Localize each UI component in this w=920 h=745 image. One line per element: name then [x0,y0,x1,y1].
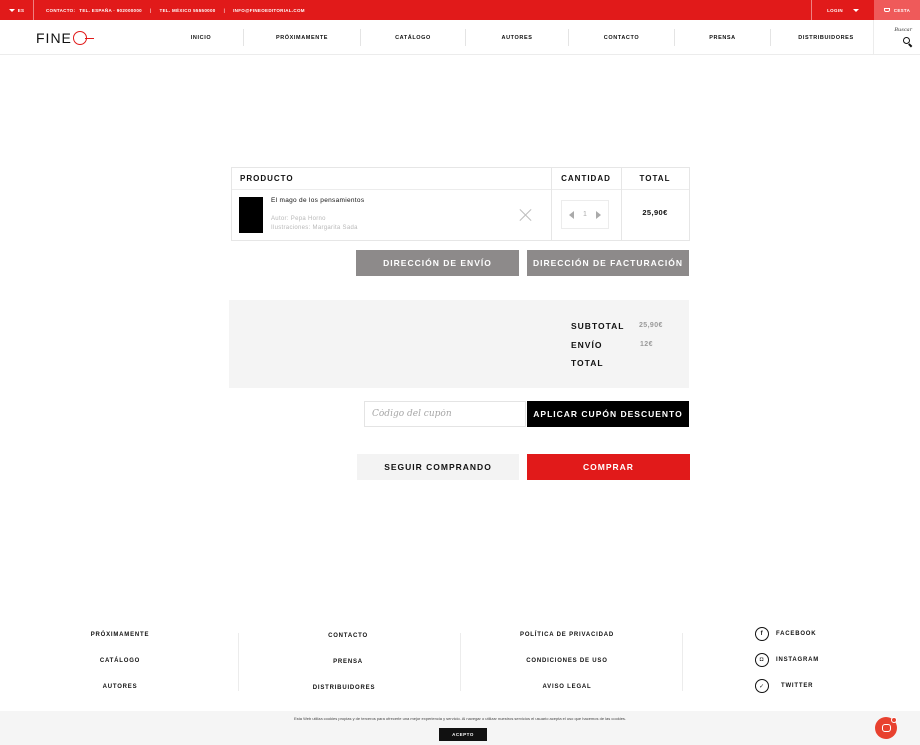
social-facebook[interactable]: f FACEBOOK [755,627,816,641]
chat-launcher[interactable] [875,717,897,739]
chat-icon [881,724,891,732]
search-button[interactable]: Buscar [873,20,920,55]
basket-icon [883,8,890,12]
product-thumbnail[interactable] [239,197,263,233]
footer-divider [238,633,239,691]
column-divider [621,168,622,241]
contact-label: CONTACTO: [46,7,76,13]
contact-info: CONTACTO: TEL. ESPAÑA · 902000000 | TEL.… [46,0,305,20]
shipping-value: 12€ [640,341,653,348]
footer-link-catalogo[interactable]: CATÁLOGO [60,658,180,664]
apply-coupon-button[interactable]: APLICAR CUPÓN DESCUENTO [527,401,689,427]
nav-item-catalogo[interactable]: CATÁLOGO [361,20,465,55]
instagram-icon: ◘ [755,653,769,667]
nav-item-contacto[interactable]: CONTACTO [569,20,674,55]
product-author: Autor: Pepa Horno [271,216,326,222]
main-nav: FINE INICIO PRÓXIMAMENTE CATÁLOGO AUTORE… [0,20,920,55]
notification-badge [891,717,897,723]
divider: | [223,7,226,13]
buy-button[interactable]: COMPRAR [527,454,690,480]
quantity-value[interactable]: 1 [583,211,587,218]
search-icon [903,37,910,44]
footer-link-aviso-legal[interactable]: AVISO LEGAL [497,684,637,690]
subtotal-value: 25,90€ [639,322,663,329]
footer-divider [682,633,683,691]
social-label: FACEBOOK [776,631,817,637]
quantity-stepper[interactable]: 1 [561,200,609,229]
facebook-icon: f [755,627,769,641]
cart-button[interactable]: CESTA [874,0,920,20]
search-label: Buscar [894,27,912,33]
continue-shopping-button[interactable]: SEGUIR COMPRANDO [357,454,519,480]
social-label: TWITTER [781,683,814,689]
coupon-input[interactable] [364,401,526,427]
twitter-icon: ✓ [755,679,769,693]
chevron-down-icon [852,8,859,12]
shipping-label: ENVÍO [571,340,603,350]
order-totals: SUBTOTAL 25,90€ ENVÍO 12€ TOTAL [229,300,689,388]
top-bar: ES CONTACTO: TEL. ESPAÑA · 902000000 | T… [0,0,920,20]
subtotal-label: SUBTOTAL [571,321,625,331]
column-header-quantity: CANTIDAD [561,174,611,183]
accept-cookies-button[interactable]: ACEPTO [439,728,487,741]
footer-divider [460,633,461,691]
cart-table: PRODUCTO CANTIDAD TOTAL El mago de los p… [231,167,690,241]
product-meta: Autor: Pepa Horno Ilustraciones: Margari… [271,215,358,233]
phone-spain[interactable]: TEL. ESPAÑA · 902000000 [79,8,142,13]
nav-item-distribuidores[interactable]: DISTRIBUIDORES [771,20,881,55]
cookie-text: Esta Web utiliza cookies propias y de te… [293,716,627,721]
nav-item-prensa[interactable]: PRENSA [675,20,770,55]
footer-link-distribuidores[interactable]: DISTRIBUIDORES [284,685,404,691]
social-instagram[interactable]: ◘ INSTAGRAM [755,653,819,667]
product-illustrator: Ilustraciones: Margarita Sada [271,225,358,231]
social-label: INSTAGRAM [776,657,820,663]
language-label: ES [17,7,25,13]
footer-link-proximamente[interactable]: PRÓXIMAMENTE [60,632,180,638]
column-header-total: TOTAL [639,174,671,183]
language-selector[interactable]: ES [0,0,34,20]
login-label: LOGIN [827,7,843,13]
nav-item-proximamente[interactable]: PRÓXIMAMENTE [244,20,360,55]
column-header-product: PRODUCTO [240,174,294,183]
footer-link-contacto[interactable]: CONTACTO [288,633,408,639]
product-title[interactable]: El mago de los pensamientos [271,197,364,204]
footer-link-privacidad[interactable]: POLÍTICA DE PRIVACIDAD [497,632,637,638]
decrease-icon[interactable] [569,210,574,219]
column-divider [551,168,552,241]
contact-email[interactable]: INFO@FINEOEDITORIAL.COM [233,8,305,13]
remove-item-icon[interactable] [519,208,533,222]
logo[interactable]: FINE [36,30,94,46]
divider: | [149,7,152,13]
cart-label: CESTA [893,7,911,13]
social-twitter[interactable]: ✓ TWITTER [755,679,813,693]
nav-item-autores[interactable]: AUTORES [466,20,568,55]
footer-link-prensa[interactable]: PRENSA [288,659,408,665]
footer-link-autores[interactable]: AUTORES [60,684,180,690]
shipping-address-button[interactable]: DIRECCIÓN DE ENVÍO [356,250,519,276]
logo-circle-icon [72,31,94,45]
increase-icon[interactable] [596,210,601,219]
login-button[interactable]: LOGIN [811,0,874,20]
footer-link-condiciones[interactable]: CONDICIONES DE USO [497,658,637,664]
item-total-price: 25,90€ [642,208,668,217]
phone-mexico[interactable]: TEL. MÉXICO 55550000 [160,8,216,13]
nav-item-inicio[interactable]: INICIO [160,20,242,55]
billing-address-button[interactable]: DIRECCIÓN DE FACTURACIÓN [527,250,689,276]
cookie-banner: Esta Web utiliza cookies propias y de te… [0,711,920,745]
chevron-down-icon [8,8,15,12]
logo-text: FINE [36,30,72,46]
total-label: TOTAL [571,358,604,368]
